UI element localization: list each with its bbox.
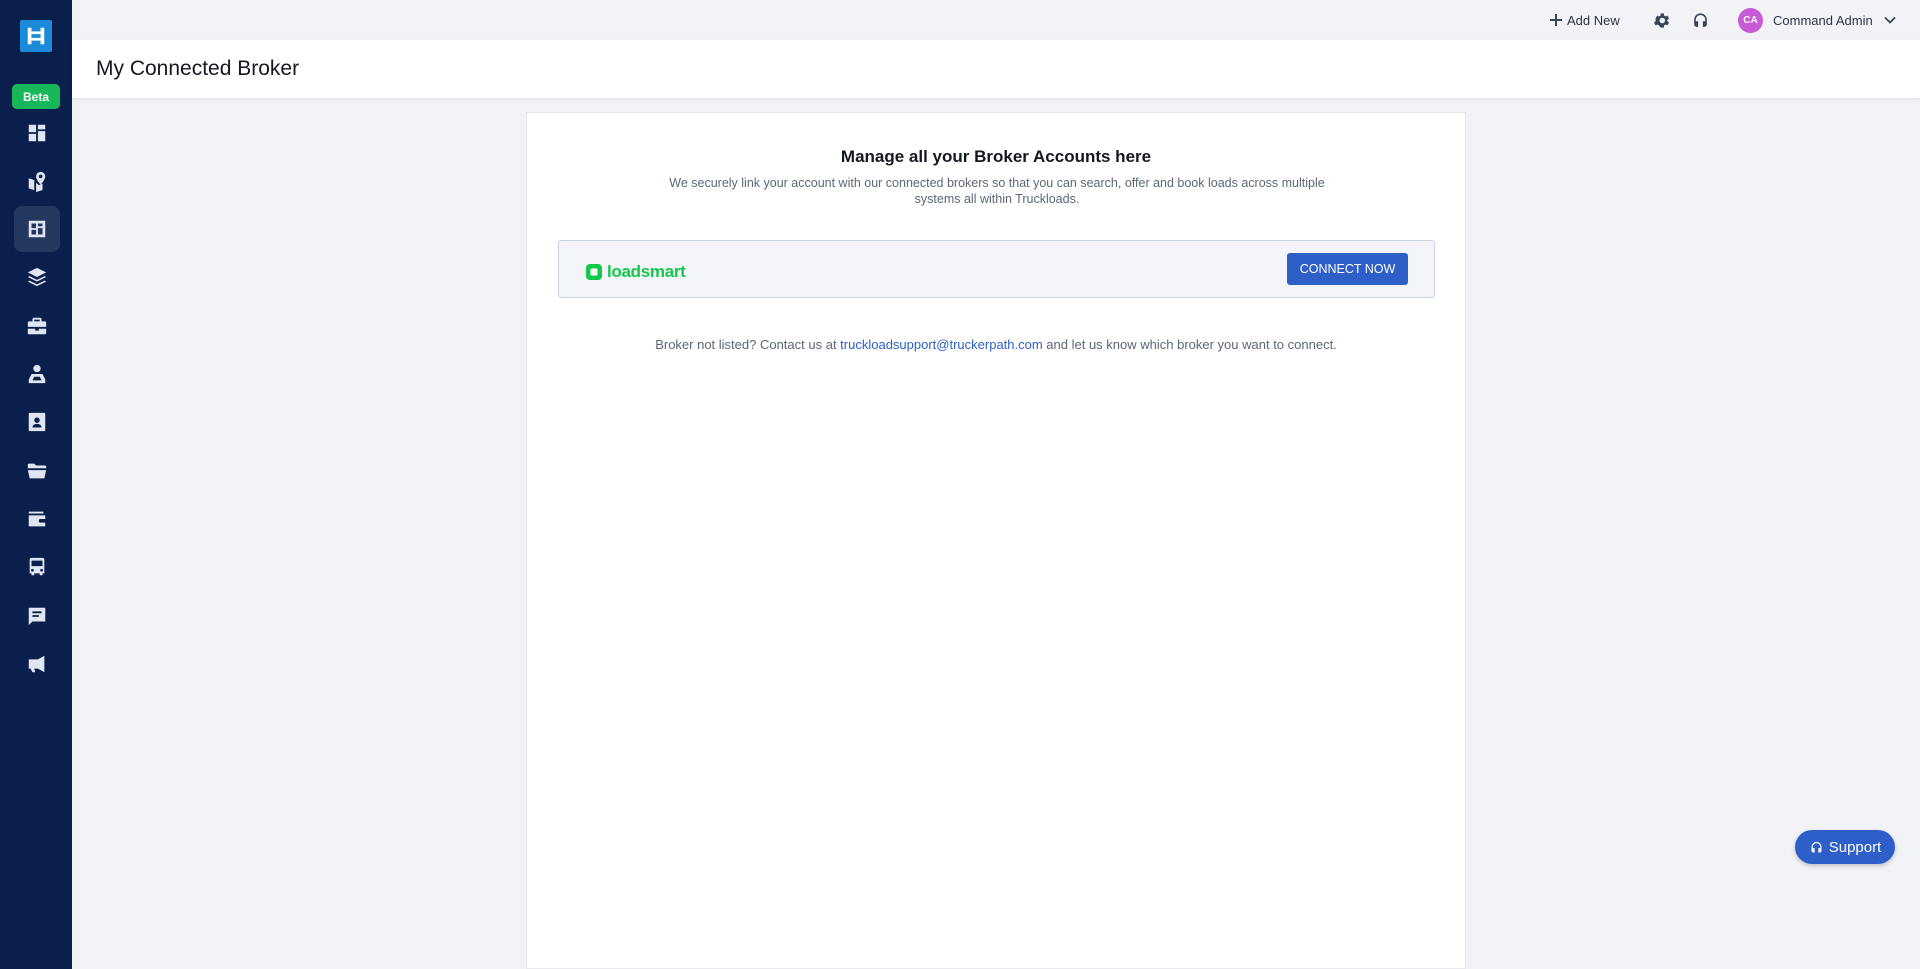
support-email-link[interactable]: truckloadsupport@truckerpath.com — [840, 337, 1043, 352]
sidebar-item-dashboard[interactable] — [14, 110, 60, 156]
contact-card-icon — [28, 412, 46, 432]
app-logo[interactable] — [20, 20, 52, 52]
driver-icon — [28, 364, 46, 384]
sidebar-item-broker[interactable] — [14, 206, 60, 252]
map-pin-icon — [28, 171, 46, 192]
sidebar-item-layers[interactable] — [14, 254, 60, 300]
beta-badge: Beta — [12, 84, 60, 109]
sidebar-item-messages[interactable] — [14, 593, 60, 639]
folder-icon — [27, 463, 47, 479]
loadsmart-logo: loadsmart — [585, 262, 686, 282]
user-menu[interactable]: CA Command Admin — [1738, 6, 1897, 34]
megaphone-icon — [27, 655, 45, 673]
sidebar-item-map[interactable] — [14, 158, 60, 204]
broker-icon — [28, 220, 46, 238]
page-header: My Connected Broker — [72, 40, 1920, 99]
help-button[interactable] — [1689, 9, 1711, 31]
sidebar-item-drivers[interactable] — [14, 351, 60, 397]
add-new-button[interactable]: Add New — [1550, 10, 1620, 30]
sidebar-item-announcements[interactable] — [14, 641, 60, 687]
top-bar: Add New CA Command Admin — [72, 0, 1920, 40]
card-heading: Manage all your Broker Accounts here — [840, 147, 1152, 166]
support-button[interactable]: Support — [1795, 830, 1895, 864]
sidebar-item-wallet[interactable] — [14, 496, 60, 542]
sidebar-item-contacts[interactable] — [14, 399, 60, 445]
broker-not-listed-note: Broker not listed? Contact us at trucklo… — [527, 337, 1465, 352]
avatar: CA — [1738, 7, 1763, 33]
briefcase-icon — [27, 317, 47, 335]
broker-name: loadsmart — [607, 262, 686, 281]
dashboard-icon — [28, 124, 46, 142]
broker-row-loadsmart: loadsmart CONNECT NOW — [558, 240, 1435, 298]
plus-icon — [1550, 14, 1562, 26]
connect-now-button[interactable]: CONNECT NOW — [1287, 253, 1408, 285]
logo-icon — [27, 27, 45, 45]
broker-card: Manage all your Broker Accounts here We … — [526, 112, 1466, 969]
add-new-label: Add New — [1567, 12, 1620, 28]
card-description: We securely link your account with our c… — [669, 176, 1325, 206]
sidebar-item-jobs[interactable] — [14, 303, 60, 349]
user-name: Command Admin — [1773, 12, 1873, 28]
loadsmart-icon — [586, 264, 602, 280]
settings-button[interactable] — [1650, 9, 1672, 31]
gear-icon — [1653, 12, 1669, 28]
sidebar-item-documents[interactable] — [14, 448, 60, 494]
headset-icon — [1693, 12, 1707, 27]
layers-icon — [27, 267, 47, 287]
message-icon — [28, 607, 46, 626]
support-label: Support — [1828, 838, 1882, 856]
wallet-icon — [28, 511, 46, 527]
footer-prefix: Broker not listed? Contact us at — [655, 337, 841, 352]
sidebar-item-fleet[interactable] — [14, 544, 60, 590]
chevron-down-icon — [1884, 16, 1896, 24]
page-title: My Connected Broker — [96, 57, 300, 80]
headset-icon — [1811, 841, 1822, 852]
sidebar: Beta — [0, 0, 72, 969]
truck-icon — [29, 557, 45, 576]
footer-suffix: and let us know which broker you want to… — [1042, 337, 1337, 352]
